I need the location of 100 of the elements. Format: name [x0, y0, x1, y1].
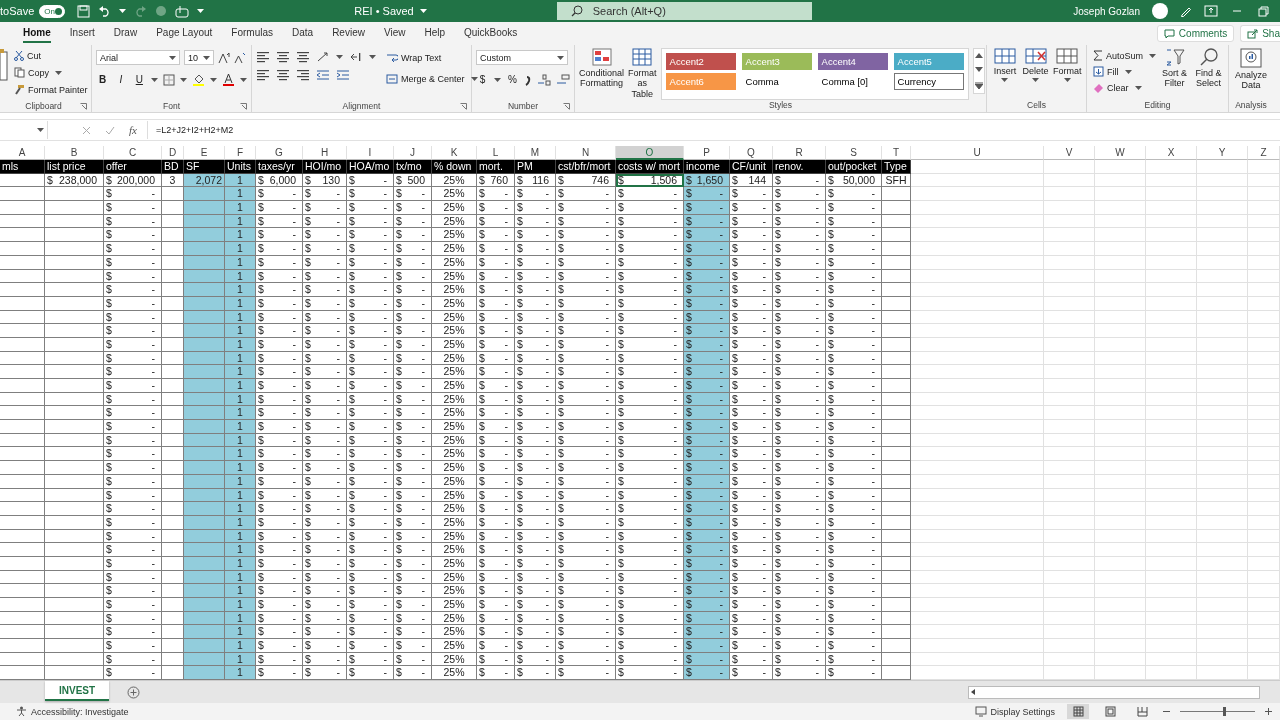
formula-text[interactable]: =L2+J2+I2+H2+M2: [147, 125, 234, 135]
align-top-icon[interactable]: [256, 51, 270, 63]
zoom-slider[interactable]: [1180, 707, 1255, 717]
percent-button[interactable]: %: [506, 72, 519, 87]
ribbon-tab[interactable]: Insert: [69, 24, 95, 43]
ribbon-tab[interactable]: Review: [332, 24, 365, 43]
column-header[interactable]: Y: [1197, 146, 1248, 160]
caret-icon[interactable]: [151, 77, 158, 82]
autosave-toggle[interactable]: On: [39, 4, 66, 18]
check-icon[interactable]: [105, 125, 115, 135]
increase-font-icon[interactable]: [218, 51, 230, 64]
conditional-formatting-button[interactable]: Conditional Formatting: [579, 48, 625, 100]
align-left-icon[interactable]: [256, 69, 270, 81]
caret-icon[interactable]: [37, 128, 44, 132]
insert-cells-button[interactable]: Insert: [991, 48, 1019, 100]
caret-icon[interactable]: [119, 9, 127, 13]
caret-icon[interactable]: [1032, 78, 1040, 83]
column-header[interactable]: R: [773, 146, 826, 160]
column-header[interactable]: V: [1044, 146, 1095, 160]
align-center-icon[interactable]: [276, 69, 290, 81]
copy-button[interactable]: Copy: [12, 65, 51, 80]
caret-icon[interactable]: [1001, 78, 1009, 83]
bold-button[interactable]: B: [96, 72, 110, 87]
comma-style-icon[interactable]: [524, 73, 532, 86]
dialog-launcher-icon[interactable]: [80, 102, 87, 110]
fill-color-icon[interactable]: [192, 73, 205, 86]
font-size-field[interactable]: 10: [184, 50, 214, 65]
column-header[interactable]: J: [394, 146, 432, 160]
font-family-field[interactable]: Arial: [96, 50, 180, 65]
clear-button[interactable]: Clear: [1091, 80, 1131, 95]
underline-button[interactable]: U: [132, 72, 146, 87]
more-icon[interactable]: [974, 81, 983, 89]
caret-icon[interactable]: [1149, 53, 1157, 58]
caret-icon[interactable]: [203, 55, 210, 60]
column-header[interactable]: C: [104, 146, 162, 160]
number-format-field[interactable]: Custom: [476, 50, 568, 65]
ribbon-display-icon[interactable]: [1204, 5, 1218, 17]
restore-icon[interactable]: [1256, 5, 1270, 17]
column-header[interactable]: N: [556, 146, 616, 160]
find-select-button[interactable]: Find & Select: [1193, 48, 1224, 100]
column-header[interactable]: E: [184, 146, 225, 160]
display-settings-button[interactable]: Display Settings: [973, 704, 1057, 720]
italic-button[interactable]: I: [114, 72, 128, 87]
column-header[interactable]: G: [256, 146, 303, 160]
column-header[interactable]: S: [826, 146, 882, 160]
column-header[interactable]: M: [515, 146, 556, 160]
caret-icon[interactable]: [55, 70, 62, 75]
touch-mode-icon[interactable]: [175, 4, 190, 18]
caret-icon[interactable]: [197, 9, 205, 13]
decrease-font-icon[interactable]: [234, 51, 246, 64]
cell-style[interactable]: Comma: [741, 73, 812, 90]
comments-button[interactable]: Comments: [1156, 25, 1235, 42]
save-icon[interactable]: [77, 4, 91, 18]
ribbon-tab[interactable]: Help: [424, 24, 445, 43]
column-header[interactable]: D: [162, 146, 184, 160]
cell-style[interactable]: Currency: [893, 73, 964, 90]
add-sheet-icon[interactable]: [127, 685, 141, 699]
currency-button[interactable]: $: [476, 72, 489, 87]
sheet-tab[interactable]: INVEST: [45, 681, 110, 702]
caret-icon[interactable]: [419, 9, 427, 13]
caret-icon[interactable]: [1124, 69, 1132, 74]
format-cells-button[interactable]: Format: [1052, 48, 1082, 100]
search-field[interactable]: Search (Alt+Q): [556, 2, 812, 20]
decrease-indent-icon[interactable]: [316, 69, 330, 81]
caret-icon[interactable]: [557, 55, 564, 60]
align-right-icon[interactable]: [296, 69, 310, 81]
increase-decimal-icon[interactable]: [537, 73, 551, 86]
merge-center-button[interactable]: Merge & Center: [384, 71, 467, 86]
cell-style[interactable]: Accent2: [665, 53, 736, 70]
dialog-launcher-icon[interactable]: [240, 102, 247, 110]
insert-function-button[interactable]: fx: [129, 124, 137, 136]
caret-icon[interactable]: [494, 77, 501, 82]
accessibility-status[interactable]: Accessibility: Investigate: [31, 706, 129, 717]
ribbon-tab[interactable]: Page Layout: [156, 24, 213, 43]
column-header[interactable]: T: [882, 146, 911, 160]
document-title[interactable]: REI • Saved: [354, 5, 414, 17]
scroll-down-icon[interactable]: [974, 67, 983, 73]
scroll-up-icon[interactable]: [974, 53, 983, 59]
caret-icon[interactable]: [210, 77, 217, 82]
column-header[interactable]: F: [225, 146, 256, 160]
analyze-data-button[interactable]: Analyze Data: [1233, 48, 1269, 100]
caret-icon[interactable]: [180, 77, 187, 82]
column-header[interactable]: A: [0, 146, 45, 160]
horizontal-scrollbar[interactable]: [968, 685, 1260, 699]
column-header[interactable]: Q: [730, 146, 773, 160]
fill-button[interactable]: Fill: [1091, 64, 1121, 79]
cell-style[interactable]: Accent4: [817, 53, 888, 70]
ribbon-tab[interactable]: QuickBooks: [464, 24, 518, 43]
column-header[interactable]: U: [911, 146, 1044, 160]
column-header[interactable]: P: [684, 146, 730, 160]
column-header[interactable]: K: [432, 146, 477, 160]
align-middle-icon[interactable]: [276, 51, 290, 63]
format-as-table-button[interactable]: Format as Table: [628, 48, 657, 100]
avatar-icon[interactable]: [1152, 3, 1168, 19]
ribbon-tab[interactable]: Home: [23, 24, 51, 43]
caret-icon[interactable]: [470, 76, 478, 81]
ribbon-tab[interactable]: Formulas: [231, 24, 273, 43]
normal-view-button[interactable]: [1067, 704, 1089, 720]
format-painter-button[interactable]: Format Painter: [12, 82, 90, 97]
caret-icon[interactable]: [1134, 85, 1142, 90]
